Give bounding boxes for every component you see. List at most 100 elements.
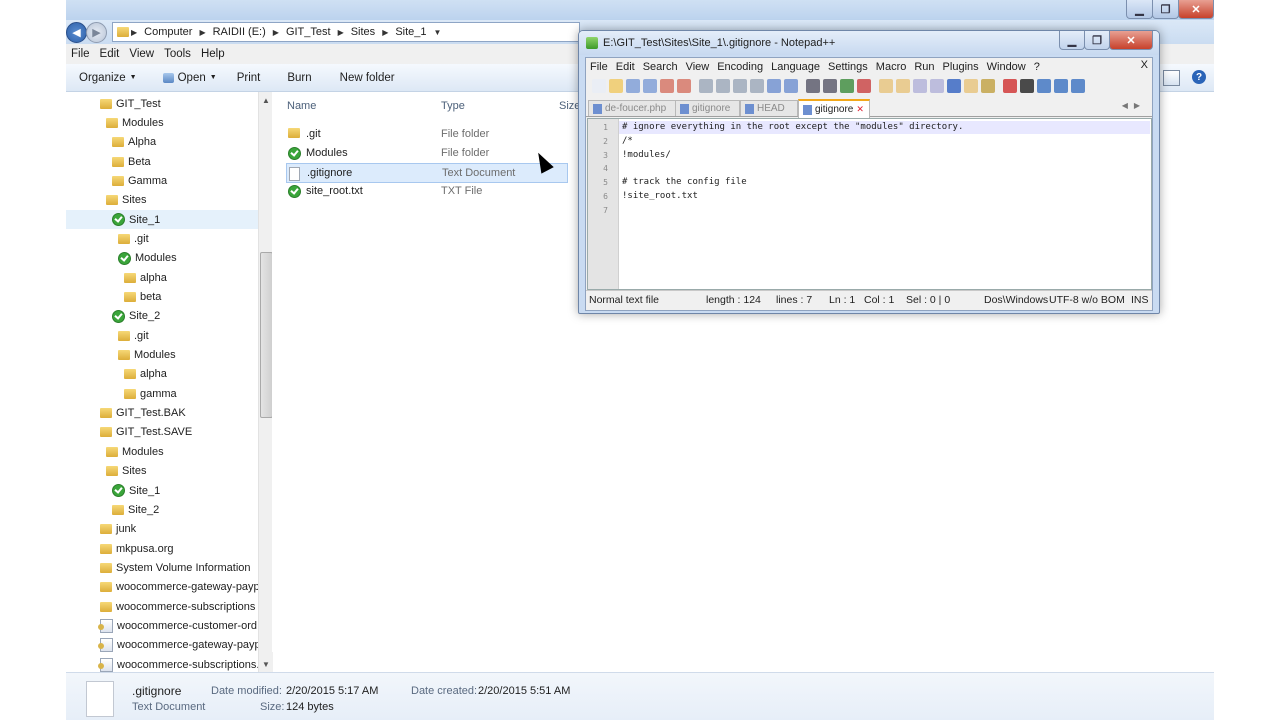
indent-guide-icon[interactable] <box>947 79 961 93</box>
tree-item[interactable]: Alpha <box>66 133 258 152</box>
code-line[interactable]: # track the config file <box>622 177 747 187</box>
organize-button[interactable]: Organize ▼ <box>66 72 147 84</box>
column-header-name[interactable]: Name <box>287 100 316 112</box>
code-line[interactable]: !modules/ <box>622 150 671 160</box>
replace-icon[interactable] <box>823 79 837 93</box>
npp-menu-view[interactable]: View <box>682 61 714 73</box>
wrap-icon[interactable] <box>913 79 927 93</box>
tree-item[interactable]: .git <box>66 326 258 345</box>
menu-file[interactable]: File <box>66 48 95 60</box>
tab-gitignore-1[interactable]: gitignore <box>675 100 740 116</box>
tree-item[interactable]: GIT_Test.BAK <box>66 404 258 423</box>
print-button[interactable]: Print <box>227 72 271 84</box>
breadcrumb-computer[interactable]: Computer <box>139 26 197 38</box>
sync-v-icon[interactable] <box>879 79 893 93</box>
tree-item[interactable]: System Volume Information <box>66 558 258 577</box>
tree-item[interactable]: woocommerce-gateway-payp <box>66 636 258 655</box>
editor-area[interactable]: 1 2 3 4 5 6 7 # ignore everything in the root … <box>587 118 1152 290</box>
burn-button[interactable]: Burn <box>270 72 321 84</box>
tree-item[interactable]: Site_2 <box>66 307 258 326</box>
tree-item[interactable]: Modules <box>66 249 258 268</box>
close-icon[interactable] <box>660 79 674 93</box>
menu-help[interactable]: Help <box>196 48 230 60</box>
back-button[interactable]: ◀ <box>66 22 87 43</box>
npp-menu-macro[interactable]: Macro <box>872 61 911 73</box>
lang-icon[interactable] <box>964 79 978 93</box>
close-tab-icon[interactable]: ✕ <box>856 104 864 115</box>
paste-icon[interactable] <box>750 79 764 93</box>
navigation-scrollbar[interactable]: ▲ ▼ <box>258 92 273 672</box>
undo-icon[interactable] <box>767 79 781 93</box>
tab-scroll-icon[interactable]: ◀▶ <box>1122 101 1146 110</box>
npp-menu-encoding[interactable]: Encoding <box>713 61 767 73</box>
npp-menu-settings[interactable]: Settings <box>824 61 872 73</box>
close-button[interactable]: ✕ <box>1178 0 1214 19</box>
close-document-button[interactable]: X <box>1141 59 1148 71</box>
address-bar[interactable]: ▶ Computer ▶ RAIDII (E:) ▶ GIT_Test ▶ Si… <box>112 22 580 42</box>
new-file-icon[interactable] <box>592 79 606 93</box>
npp-menu-plugins[interactable]: Plugins <box>939 61 983 73</box>
open-button[interactable]: Open ▼ <box>147 72 227 84</box>
tree-item[interactable]: Site_2 <box>66 500 258 519</box>
code-line[interactable]: !site_root.txt <box>622 191 698 201</box>
chevron-right-icon[interactable]: ▶ <box>197 28 207 37</box>
file-row[interactable]: Modules File folder <box>286 144 566 162</box>
tree-item[interactable]: mkpusa.org <box>66 539 258 558</box>
save-icon[interactable] <box>626 79 640 93</box>
menu-view[interactable]: View <box>124 48 159 60</box>
tree-item[interactable]: woocommerce-customer-ord <box>66 616 258 635</box>
breadcrumb-site-1[interactable]: Site_1 <box>390 26 431 38</box>
npp-menu-edit[interactable]: Edit <box>612 61 639 73</box>
help-icon[interactable]: ? <box>1192 70 1206 84</box>
tree-item[interactable]: beta <box>66 288 258 307</box>
npp-menu-run[interactable]: Run <box>910 61 938 73</box>
tree-item[interactable]: alpha <box>66 268 258 287</box>
npp-menu-language[interactable]: Language <box>767 61 824 73</box>
tree-item[interactable]: Site_1 <box>66 481 258 500</box>
chevron-right-icon[interactable]: ▶ <box>380 28 390 37</box>
minimize-button[interactable]: ▁ <box>1126 0 1153 19</box>
menu-edit[interactable]: Edit <box>95 48 125 60</box>
redo-icon[interactable] <box>784 79 798 93</box>
tree-item[interactable]: alpha <box>66 365 258 384</box>
menu-tools[interactable]: Tools <box>159 48 196 60</box>
tree-item[interactable]: woocommerce-subscriptions. <box>66 655 258 672</box>
zoom-in-icon[interactable] <box>840 79 854 93</box>
tree-item[interactable]: Modules <box>66 346 258 365</box>
notepad-minimize-button[interactable]: ▁ <box>1059 31 1085 50</box>
view-icon[interactable] <box>1163 70 1180 86</box>
npp-menu-file[interactable]: File <box>586 61 612 73</box>
save-macro-icon[interactable] <box>1071 79 1085 93</box>
tree-item[interactable]: gamma <box>66 384 258 403</box>
tree-item[interactable]: Sites <box>66 191 258 210</box>
file-row[interactable]: .git File folder <box>286 125 566 143</box>
open-file-icon[interactable] <box>609 79 623 93</box>
code-line[interactable]: /* <box>622 136 633 146</box>
tree-item[interactable]: .git <box>66 229 258 248</box>
tree-item[interactable]: woocommerce-subscriptions <box>66 597 258 616</box>
chevron-down-icon[interactable]: ▼ <box>432 28 444 37</box>
explorer-titlebar[interactable]: ▁ ❐ ✕ <box>66 0 1214 20</box>
tree-item[interactable]: GIT_Test.SAVE <box>66 423 258 442</box>
forward-button[interactable]: ▶ <box>86 22 107 43</box>
tree-item[interactable]: woocommerce-gateway-payp <box>66 578 258 597</box>
chevron-right-icon[interactable]: ▶ <box>336 28 346 37</box>
record-macro-icon[interactable] <box>1003 79 1017 93</box>
all-chars-icon[interactable] <box>930 79 944 93</box>
tree-item[interactable]: Modules <box>66 113 258 132</box>
npp-menu-search[interactable]: Search <box>639 61 682 73</box>
tree-item[interactable]: Sites <box>66 462 258 481</box>
save-all-icon[interactable] <box>643 79 657 93</box>
breadcrumb-sites[interactable]: Sites <box>346 26 380 38</box>
close-all-icon[interactable] <box>677 79 691 93</box>
npp-menu-window[interactable]: Window <box>983 61 1030 73</box>
tab-head[interactable]: HEAD <box>740 100 798 116</box>
notepad-maximize-button[interactable]: ❐ <box>1084 31 1110 50</box>
tree-item[interactable]: Modules <box>66 442 258 461</box>
stop-record-icon[interactable] <box>1020 79 1034 93</box>
find-icon[interactable] <box>806 79 820 93</box>
sync-h-icon[interactable] <box>896 79 910 93</box>
column-header-type[interactable]: Type <box>441 100 465 112</box>
print-icon[interactable] <box>699 79 713 93</box>
code-line[interactable]: # ignore everything in the root except t… <box>622 122 963 132</box>
